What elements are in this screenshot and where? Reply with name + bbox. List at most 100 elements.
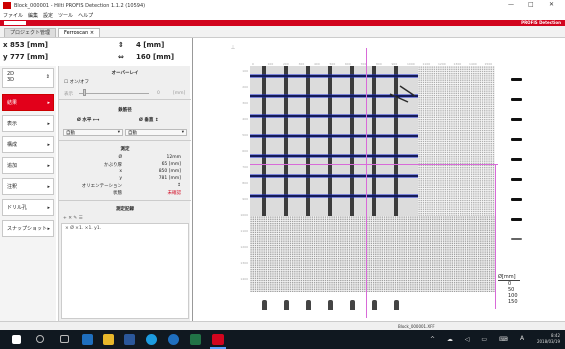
depth-legend: Ø[mm] 0 50 100 150 <box>498 274 558 305</box>
measurement-value: 12mm <box>166 155 182 160</box>
rebar-marker[interactable] <box>511 118 522 121</box>
slider-unit: [mm] <box>173 91 186 96</box>
cursor-horizontal-line[interactable] <box>250 164 498 165</box>
y-ruler-tick-label: 900 <box>242 197 248 201</box>
rebar-marker[interactable] <box>511 158 522 161</box>
rebar-marker[interactable] <box>511 78 522 81</box>
sidebar-item-add[interactable]: 追加 ▸ <box>2 157 54 174</box>
unscanned-area <box>250 216 495 292</box>
y-coordinate: y 777 [mm] <box>3 53 49 61</box>
window-title: Block_000001 - Hilti PROFIS Detection 1.… <box>14 2 146 9</box>
scan-image[interactable] <box>250 66 418 216</box>
record-toolbar[interactable]: + ✕ ✎ ☰ <box>63 216 83 221</box>
chevron-down-icon: ▾ <box>117 130 120 135</box>
y-ruler-tick-label: 300 <box>242 101 248 105</box>
y-ruler-tick-label: 1400 <box>240 277 248 281</box>
unscanned-area <box>418 66 495 216</box>
maximize-button[interactable]: □ <box>528 1 534 8</box>
menu-settings[interactable]: 設定 <box>43 12 53 19</box>
diameter-horizontal-label: Ø 水平 ⟷ <box>77 118 100 123</box>
overlay-toggle[interactable]: ☐ オン/オフ <box>64 79 89 85</box>
slider-handle[interactable] <box>83 89 86 96</box>
word-icon[interactable] <box>124 334 135 345</box>
diameter-vertical-select[interactable]: 自動 ▾ <box>125 129 187 136</box>
hilti-taskbar-icon[interactable] <box>212 334 224 345</box>
y-ruler: 100 200 300 400 500 600 700 800 900 1000 1100 1200 1… <box>240 69 248 281</box>
scan-view[interactable]: ⟂ 0 100 200 300 400 500 600 700 800 900 1000 1100 12… <box>192 38 565 321</box>
rebar-marker[interactable] <box>262 300 267 310</box>
minimize-button[interactable]: — <box>508 1 514 8</box>
divider <box>59 140 191 141</box>
skype-icon[interactable] <box>146 334 157 345</box>
x-coordinate: x 853 [mm] <box>3 41 48 49</box>
sidebar-item-results[interactable]: 結果 ▸ <box>2 94 54 111</box>
menu-tools[interactable]: ツール <box>58 12 73 19</box>
rebar-marker[interactable] <box>511 98 522 101</box>
system-tray-icons[interactable]: ^ ☁ ◁ ▭ ⌨ <box>430 336 513 343</box>
rebar-marker[interactable] <box>394 300 399 310</box>
rebar-marker[interactable] <box>511 218 522 221</box>
slider-label: 表示 <box>64 92 73 97</box>
sidebar-item-configuration[interactable]: 構成 ▸ <box>2 136 54 153</box>
rebar-markers-bottom <box>250 296 495 310</box>
sidebar-item-annotation[interactable]: 注釈 ▸ <box>2 178 54 195</box>
rebar-marker[interactable] <box>511 238 522 240</box>
search-icon[interactable] <box>36 335 44 343</box>
tab-label: プロジェクト管理 <box>10 30 51 36</box>
tab-ferroscan[interactable]: Ferroscan × <box>58 28 101 37</box>
rebar-marker[interactable] <box>511 138 522 141</box>
excel-icon[interactable] <box>190 334 201 345</box>
record-list-header: × Ø ×1. ×1. y1. <box>65 226 102 231</box>
rebar-marker[interactable] <box>350 300 355 310</box>
ime-indicator[interactable]: A <box>520 335 524 342</box>
sidebar-item-drill-hole[interactable]: ドリル孔 ▸ <box>2 199 54 216</box>
sidebar-item-label: 結果 <box>7 100 18 106</box>
rebar-marker[interactable] <box>284 300 289 310</box>
windows-start-icon[interactable] <box>12 335 21 344</box>
y-ruler-tick-label: 200 <box>242 85 248 89</box>
y-ruler-tick-label: 400 <box>242 117 248 121</box>
status-value: 未確認 <box>167 191 182 196</box>
cursor-vertical-line[interactable] <box>366 48 367 318</box>
clock-date: 2018/03/19 <box>536 339 560 344</box>
clock[interactable]: 8:42 2018/03/19 <box>537 333 560 345</box>
view-toggle[interactable]: 2D 3D ⇕ <box>2 68 54 88</box>
diameter-horizontal-select[interactable]: 自動 ▾ <box>63 129 123 136</box>
menu-file[interactable]: ファイル <box>3 12 23 19</box>
rebar-marker[interactable] <box>328 300 333 310</box>
app-window: Block_000001 - Hilti PROFIS Detection 1.… <box>0 0 565 349</box>
sidebar-item-label: スナップショット <box>7 226 48 232</box>
menu-help[interactable]: ヘルプ <box>78 12 93 19</box>
diameter-title: 鉄筋径 <box>118 108 132 113</box>
y-ruler-tick-label: 100 <box>242 69 248 73</box>
internet-explorer-icon[interactable] <box>168 334 179 345</box>
rebar-grid <box>250 66 418 216</box>
menu-bar: ファイル 編集 設定 ツール ヘルプ <box>0 11 565 20</box>
close-tab-icon[interactable]: × <box>90 30 94 36</box>
record-list[interactable]: × Ø ×1. ×1. y1. <box>61 223 189 319</box>
sidebar-item-snapshot[interactable]: スナップショット ▸ <box>2 220 54 237</box>
tab-project-management[interactable]: プロジェクト管理 <box>4 28 57 37</box>
task-view-icon[interactable] <box>60 335 69 343</box>
chevron-down-icon: ▾ <box>181 130 184 135</box>
measurement-label: 状態 <box>113 191 122 196</box>
menu-edit[interactable]: 編集 <box>28 12 38 19</box>
sidebar-item-label: ドリル孔 <box>7 205 28 211</box>
overlay-slider[interactable] <box>79 93 149 94</box>
windows-taskbar: ^ ☁ ◁ ▭ ⌨ A 8:42 2018/03/19 <box>0 330 565 349</box>
measurement-label: x <box>119 169 122 174</box>
chevron-right-icon: ▸ <box>47 225 50 232</box>
close-button[interactable]: ✕ <box>549 1 554 8</box>
rebar-marker[interactable] <box>511 198 522 201</box>
rebar-marker[interactable] <box>372 300 377 310</box>
left-sidebar: 2D 3D ⇕ 結果 ▸ 表示 ▸ 構成 ▸ 追加 ▸ 注釈 ▸ ドリル孔 ▸ スナップショ… <box>0 66 56 321</box>
rebar-marker[interactable] <box>306 300 311 310</box>
select-value: 自動 <box>66 131 75 136</box>
hilti-logo <box>4 21 26 25</box>
y-ruler-tick-label: 800 <box>242 181 248 185</box>
sidebar-item-label: 構成 <box>7 142 18 148</box>
sidebar-item-display[interactable]: 表示 ▸ <box>2 115 54 132</box>
edge-icon[interactable] <box>82 334 93 345</box>
file-explorer-icon[interactable] <box>103 334 114 345</box>
rebar-marker[interactable] <box>511 178 522 181</box>
